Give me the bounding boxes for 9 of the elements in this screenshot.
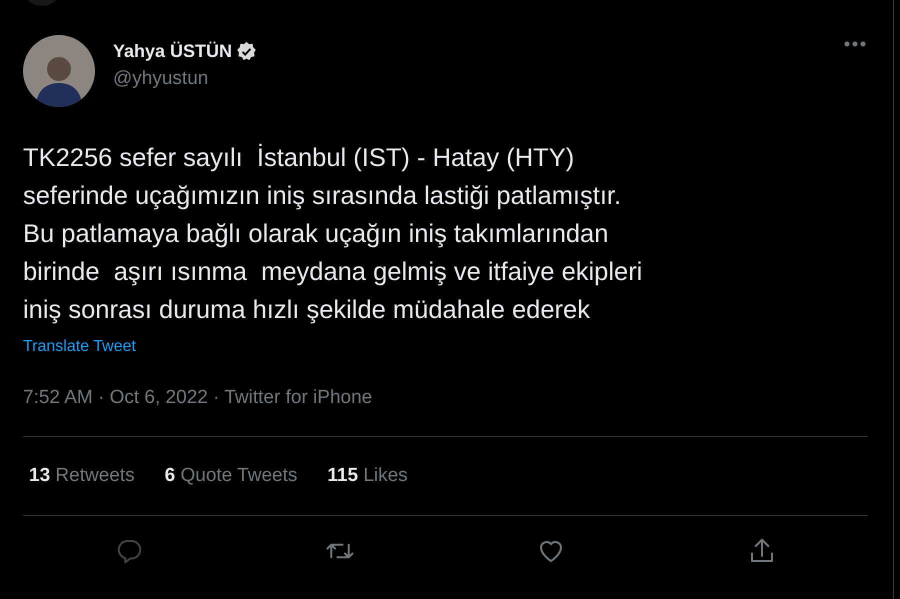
stat-link[interactable]: 6 Quote Tweets: [164, 465, 298, 487]
stat-link[interactable]: 13 Retweets: [29, 465, 135, 487]
author-name[interactable]: Yahya ÜSTÜN: [113, 41, 232, 62]
stat-link[interactable]: 115 Likes: [327, 465, 408, 487]
tweet-timestamp: 7:52 AM · Oct 6, 2022 · Twitter for iPhone: [23, 387, 374, 409]
more-icon[interactable]: [844, 41, 866, 47]
author-handle[interactable]: @yhyustun: [113, 68, 844, 90]
tweet-text: TK2256 sefer sayılı İstanbul (IST) - Hatay (HTY) seferinde uçağımızın iniş sırasında lastiği patlamıştır. Bu patlamaya bağlı olarak uçağın iniş takımlarından birinde aşırı ısınma meydana gelmiş ve itfaiye ekipleri iniş sonrası duruma hızlı şekilde müdahale ederek: [23, 142, 644, 326]
translate-link[interactable]: Translate Tweet: [23, 338, 136, 356]
